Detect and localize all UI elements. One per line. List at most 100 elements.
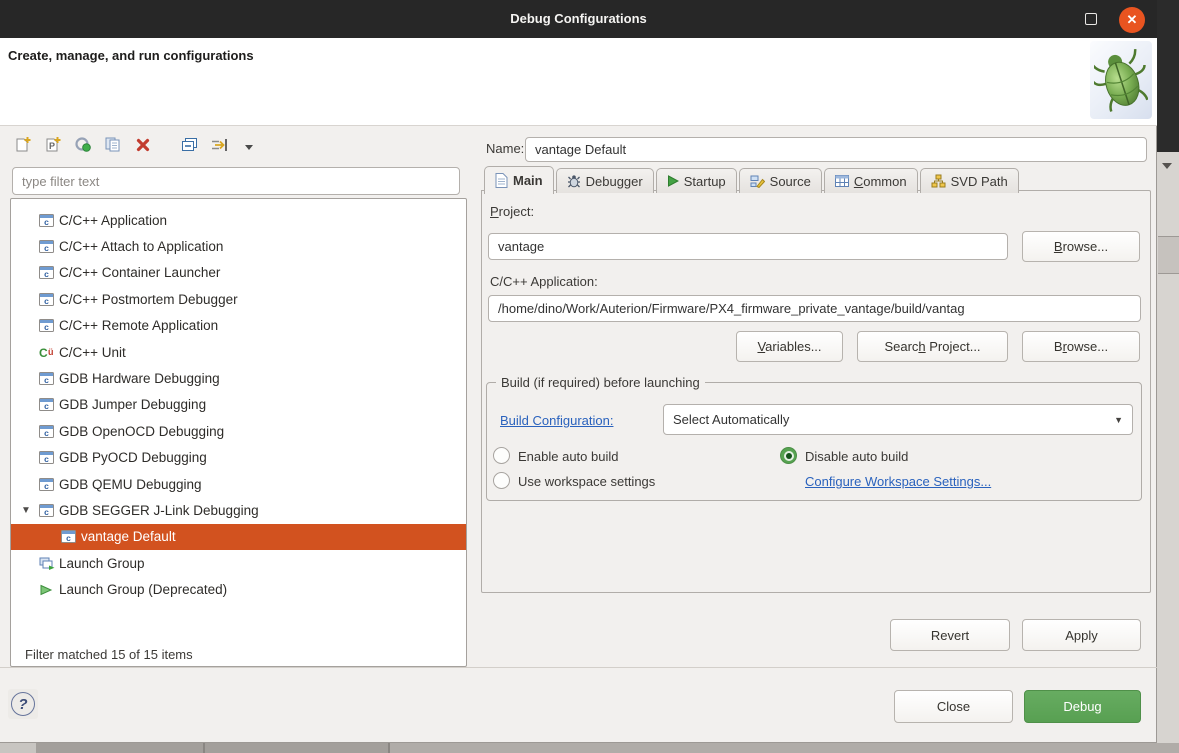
collapse-all-button[interactable] xyxy=(176,135,202,159)
tree-item[interactable]: Launch Group xyxy=(11,550,466,576)
apply-button[interactable]: Apply xyxy=(1022,619,1141,651)
help-icon[interactable]: ? xyxy=(11,692,35,716)
twistie-expanded-icon[interactable]: ▼ xyxy=(21,505,39,516)
svg-text:c: c xyxy=(44,481,49,491)
svg-text:c: c xyxy=(44,507,49,517)
maximize-icon[interactable] xyxy=(1085,13,1097,25)
c-app-icon: c xyxy=(39,425,59,438)
tab-common[interactable]: Common xyxy=(824,168,918,193)
configurations-tree: cC/C++ ApplicationcC/C++ Attach to Appli… xyxy=(10,198,467,667)
filter-input[interactable] xyxy=(12,167,460,195)
tree-item-label: C/C++ Application xyxy=(59,213,167,228)
delete-icon xyxy=(135,137,151,158)
source-tab-icon xyxy=(750,174,765,188)
launch-group-icon xyxy=(39,557,59,570)
main-tab-content xyxy=(481,190,1151,593)
tab-label: Debugger xyxy=(586,174,643,189)
tree-item[interactable]: c C/C++ Postmortem Debugger xyxy=(11,286,466,312)
debug-button[interactable]: Debug xyxy=(1024,690,1141,723)
footer-separator xyxy=(0,667,1157,668)
background-window-titlebar-strip xyxy=(1157,0,1179,152)
new-prototype-button[interactable]: P xyxy=(40,135,66,159)
c-app-icon: c xyxy=(39,240,59,253)
tab-label: Source xyxy=(770,174,811,189)
svg-text:c: c xyxy=(44,401,49,411)
c-app-icon: c xyxy=(39,214,59,227)
tab-startup[interactable]: Startup xyxy=(656,168,737,193)
svg-text:c: c xyxy=(44,217,49,227)
c-app-icon: c xyxy=(39,478,59,491)
filter-icon xyxy=(210,137,229,158)
tree-item-label: GDB Hardware Debugging xyxy=(59,371,220,386)
tree-item-label: C/C++ Postmortem Debugger xyxy=(59,292,238,307)
c-app-icon: c xyxy=(39,293,59,306)
background-bottom-segment xyxy=(36,743,390,753)
common-tab-icon xyxy=(835,175,849,187)
tab-main[interactable]: Main xyxy=(484,166,554,194)
tree-item[interactable]: cvantage Default xyxy=(11,524,466,550)
debug-bug-icon xyxy=(1090,41,1152,119)
tree-item-label: GDB PyOCD Debugging xyxy=(59,450,207,465)
tree-item[interactable]: cC/C++ Container Launcher xyxy=(11,260,466,286)
svd-tab-icon xyxy=(931,174,946,188)
svg-text:P: P xyxy=(49,141,55,151)
svg-text:c: c xyxy=(44,296,49,306)
filter-configurations-button[interactable] xyxy=(206,135,232,159)
tab-label: SVD Path xyxy=(951,174,1008,189)
startup-tab-icon xyxy=(667,175,679,187)
delete-configuration-button[interactable] xyxy=(130,135,156,159)
c-app-icon: c xyxy=(39,319,59,332)
tree-item-label: C/C++ Remote Application xyxy=(59,318,218,333)
name-label: Name: xyxy=(486,141,524,156)
background-window-block xyxy=(1158,236,1179,274)
tab-debugger[interactable]: Debugger xyxy=(556,168,654,193)
background-caret-icon xyxy=(1162,163,1172,169)
tab-label: Startup xyxy=(684,174,726,189)
svg-text:c: c xyxy=(44,269,49,279)
close-button[interactable]: Close xyxy=(894,690,1013,723)
name-input[interactable] xyxy=(525,137,1147,162)
tree-item[interactable]: cGDB OpenOCD Debugging xyxy=(11,418,466,444)
tree-item[interactable]: c GDB QEMU Debugging xyxy=(11,471,466,497)
tab-bar: Main Debugger Startup Source Common SVD Path xyxy=(484,165,1021,193)
screen: Debug Configurations ✕ Create, manage, a… xyxy=(0,0,1179,753)
svg-text:c: c xyxy=(44,454,49,464)
tab-source[interactable]: Source xyxy=(739,168,822,193)
debug-configurations-dialog: Debug Configurations ✕ Create, manage, a… xyxy=(0,0,1157,743)
c-app-icon: c xyxy=(39,451,59,464)
tree-item[interactable]: cGDB Hardware Debugging xyxy=(11,365,466,391)
tab-label: Common xyxy=(854,174,907,189)
tree-item[interactable]: cC/C++ Attach to Application xyxy=(11,233,466,259)
dialog-header: Create, manage, and run configurations xyxy=(0,38,1157,126)
duplicate-configuration-button[interactable] xyxy=(100,135,126,159)
title-bar[interactable]: Debug Configurations ✕ xyxy=(0,0,1157,38)
revert-button[interactable]: Revert xyxy=(890,619,1010,651)
close-icon[interactable]: ✕ xyxy=(1119,7,1145,33)
view-menu-button[interactable] xyxy=(236,135,262,159)
tree-item[interactable]: cGDB Jumper Debugging xyxy=(11,392,466,418)
dialog-header-title: Create, manage, and run configurations xyxy=(8,48,254,63)
export-configurations-button[interactable] xyxy=(70,135,96,159)
main-tab-icon xyxy=(495,173,508,188)
new-configuration-button[interactable] xyxy=(10,135,36,159)
export-config-icon xyxy=(74,136,92,158)
filter-status-text: Filter matched 15 of 15 items xyxy=(25,647,193,662)
window-title: Debug Configurations xyxy=(0,0,1157,38)
tree-item[interactable]: c GDB PyOCD Debugging xyxy=(11,445,466,471)
tree-item-label: C/C++ Attach to Application xyxy=(59,239,223,254)
tree-item[interactable]: c C/C++ Application xyxy=(11,207,466,233)
tree-item-label: GDB QEMU Debugging xyxy=(59,477,202,492)
tree-item[interactable]: cC/C++ Remote Application xyxy=(11,313,466,339)
tree-item[interactable]: Launch Group (Deprecated) xyxy=(11,576,466,602)
launch-group-deprecated-icon xyxy=(39,584,59,596)
tab-svd-path[interactable]: SVD Path xyxy=(920,168,1019,193)
help-button-area: ? xyxy=(8,689,38,719)
tree-item[interactable]: CüC/C++ Unit xyxy=(11,339,466,365)
svg-text:C: C xyxy=(39,346,48,359)
tree-item-label: Launch Group (Deprecated) xyxy=(59,582,227,597)
tab-label: Main xyxy=(513,173,543,188)
tree-item-label: GDB SEGGER J-Link Debugging xyxy=(59,503,259,518)
c-app-icon: c xyxy=(39,504,59,517)
tree-item[interactable]: ▼ c GDB SEGGER J-Link Debugging xyxy=(11,497,466,523)
configurations-toolbar: P xyxy=(10,134,266,160)
